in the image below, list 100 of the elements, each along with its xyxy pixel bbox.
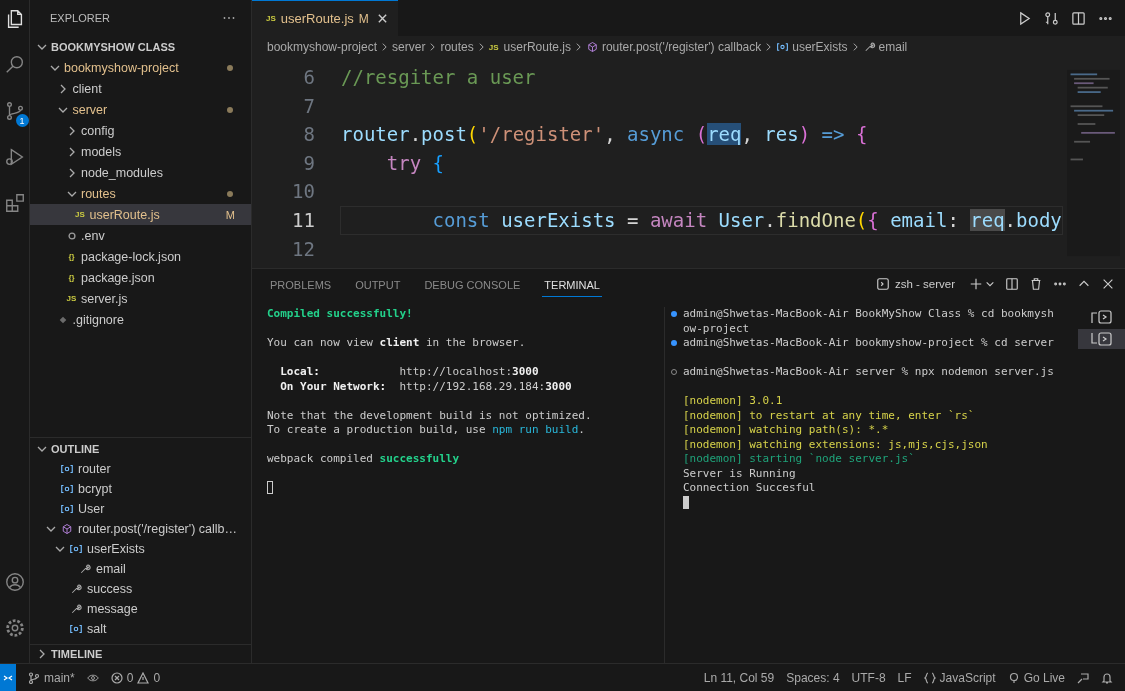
branch-icon xyxy=(28,671,40,684)
terminal-line: Compiled successfully! xyxy=(267,307,414,322)
settings-icon[interactable] xyxy=(3,617,26,639)
chevron-icon xyxy=(574,42,582,52)
tab-label: userRoute.js xyxy=(280,11,354,26)
breadcrumb-item[interactable]: server xyxy=(392,40,426,54)
folder-item[interactable]: client xyxy=(30,78,251,99)
outline-item[interactable]: message xyxy=(30,599,251,619)
run-icon[interactable] xyxy=(3,146,26,168)
folder-item[interactable]: server xyxy=(30,99,251,120)
panel-tab[interactable]: OUTPUT xyxy=(353,271,403,297)
terminal-command: admin@Shwetas-MacBook-Air server % npx nodemon server.js xyxy=(683,365,1054,380)
terminal-selector[interactable]: zsh - server xyxy=(875,277,955,291)
indentation[interactable]: Spaces: 4 xyxy=(786,670,840,685)
outline-item[interactable]: email xyxy=(30,559,251,579)
terminal-line: webpack compiled successfully xyxy=(267,452,461,467)
outline-item[interactable]: success xyxy=(30,579,251,599)
language-name: JavaScript xyxy=(939,670,996,685)
wrench-icon xyxy=(69,603,83,615)
chevron-icon xyxy=(851,42,859,52)
file-item[interactable]: JS server.js xyxy=(30,288,251,309)
wrench-icon xyxy=(78,563,92,575)
breadcrumb-label: email xyxy=(878,40,908,54)
terminal-line: Connection Succesful xyxy=(683,481,817,496)
command-status-icon[interactable] xyxy=(671,311,677,317)
chevron-icon xyxy=(477,42,485,52)
panel-tab[interactable]: DEBUG CONSOLE xyxy=(422,271,523,297)
more-icon[interactable] xyxy=(223,16,235,20)
js-file-icon: JS xyxy=(266,14,276,23)
workspace-header[interactable]: BOOKMYSHOW CLASS xyxy=(30,36,251,57)
variable-icon xyxy=(60,463,74,475)
file-item[interactable]: {} package.json xyxy=(30,267,251,288)
folder-item[interactable]: bookmyshow-project xyxy=(30,57,251,78)
outline-item[interactable]: userExists xyxy=(30,539,251,559)
js-file-icon: JS xyxy=(66,294,77,303)
problems-indicator[interactable]: 0 0 xyxy=(110,670,161,685)
close-icon[interactable] xyxy=(376,13,388,24)
json-file-icon: {} xyxy=(68,273,75,282)
breadcrumb-item[interactable]: bookmyshow-project xyxy=(267,40,378,54)
feedback-icon[interactable] xyxy=(1077,671,1089,684)
command-status-icon[interactable] xyxy=(671,340,677,346)
remote-button[interactable] xyxy=(0,664,16,691)
terminal-name: zsh - server xyxy=(894,278,955,290)
extensions-icon[interactable] xyxy=(3,192,26,214)
account-icon[interactable] xyxy=(3,571,26,593)
breadcrumb-item[interactable]: userExists xyxy=(776,40,848,54)
cube-icon xyxy=(60,523,74,535)
diamond-icon xyxy=(58,314,68,325)
close-icon[interactable] xyxy=(1101,277,1115,291)
file-name: bookmyshow-project xyxy=(64,60,180,75)
terminal-line: [nodemon] starting `node server.js` xyxy=(683,452,916,467)
timeline-header[interactable]: TIMELINE xyxy=(30,644,251,663)
chevron-icon xyxy=(429,42,437,52)
bell-icon[interactable] xyxy=(1101,671,1113,684)
folder-item[interactable]: routes xyxy=(30,183,251,204)
variable-icon xyxy=(776,41,790,53)
panel-tab[interactable]: PROBLEMS xyxy=(268,271,334,297)
terminal-icon xyxy=(1089,309,1114,325)
outline-item[interactable]: router xyxy=(30,459,251,479)
run-icon[interactable] xyxy=(1017,10,1032,26)
file-name: .gitignore xyxy=(72,312,125,327)
folder-item[interactable]: node_modules xyxy=(30,162,251,183)
go-live-button[interactable]: Go Live xyxy=(1007,670,1065,685)
terminal-list-item[interactable] xyxy=(1078,329,1125,349)
file-item[interactable]: {} package-lock.json xyxy=(30,246,251,267)
outline-item[interactable]: bcrypt xyxy=(30,479,251,499)
outline-item[interactable]: salt xyxy=(30,619,251,639)
terminal-line: [nodemon] watching extensions: js,mjs,cjs,json xyxy=(683,437,989,452)
breadcrumb-item[interactable]: routes xyxy=(440,40,474,54)
line-number: 11 xyxy=(291,207,315,233)
line-number: 7 xyxy=(302,93,315,119)
git-status-letter: M xyxy=(225,208,235,221)
language-mode[interactable]: JavaScript xyxy=(923,670,996,685)
variable-icon xyxy=(69,543,83,555)
terminal-icon xyxy=(1089,331,1114,347)
file-item[interactable]: JS userRoute.js M xyxy=(30,204,251,225)
editor-tab[interactable]: JS userRoute.js M xyxy=(252,0,398,36)
chevron-down-icon[interactable] xyxy=(985,279,995,289)
variable-icon xyxy=(60,503,74,515)
file-item[interactable]: .gitignore xyxy=(30,309,251,330)
trash-icon[interactable] xyxy=(1029,277,1043,291)
split-editor-icon[interactable] xyxy=(1071,10,1086,26)
file-item[interactable]: .env xyxy=(30,225,251,246)
symbol-name: email xyxy=(96,562,126,576)
plus-icon[interactable] xyxy=(969,277,983,291)
compare-icon[interactable] xyxy=(1044,10,1059,26)
breadcrumb-item[interactable]: email xyxy=(862,40,908,54)
branch-indicator[interactable]: main* xyxy=(28,670,75,685)
outline-header[interactable]: OUTLINE xyxy=(30,438,251,459)
outline-item[interactable]: User xyxy=(30,499,251,519)
line-ending[interactable]: LF xyxy=(897,670,912,685)
breadcrumb-item[interactable]: JS userRoute.js xyxy=(488,40,571,54)
folder-item[interactable]: models xyxy=(30,141,251,162)
cursor-position[interactable]: Ln 11, Col 59 xyxy=(703,670,775,685)
outline-item[interactable]: router.post('/register') callb… xyxy=(30,519,251,539)
file-name: package-lock.json xyxy=(81,249,183,264)
split-terminal-icon[interactable] xyxy=(1005,277,1019,291)
folder-item[interactable]: config xyxy=(30,120,251,141)
encoding[interactable]: UTF-8 xyxy=(851,670,886,685)
panel-tab[interactable]: TERMINAL xyxy=(542,271,602,297)
